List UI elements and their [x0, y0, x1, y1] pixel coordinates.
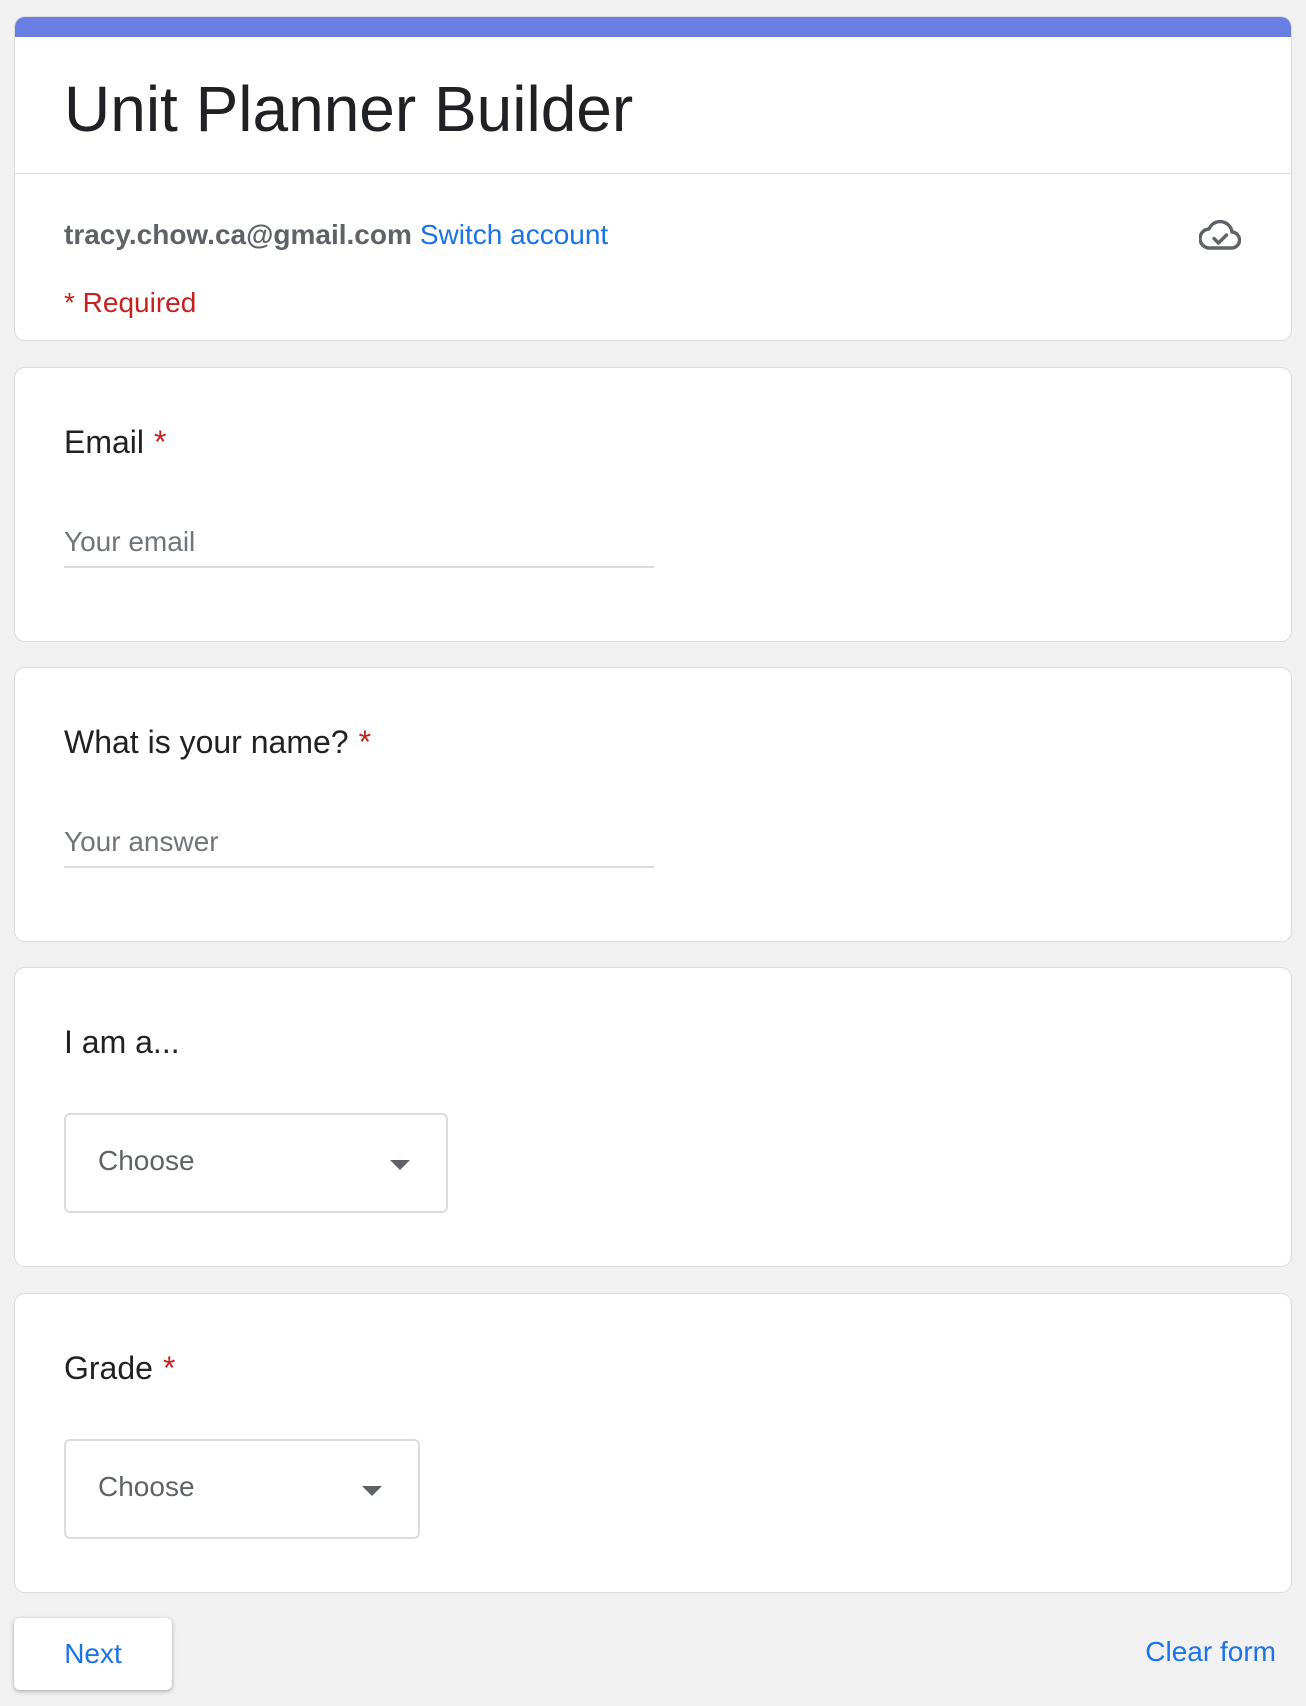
cloud-check-icon [1199, 219, 1241, 250]
form-header-card: Unit Planner Builder tracy.chow.ca@gmail… [14, 16, 1292, 341]
dropdown-value: Choose [98, 1145, 195, 1176]
header-divider [15, 173, 1291, 174]
question-title: Grade [64, 1350, 153, 1386]
grade-dropdown[interactable]: Choose [64, 1439, 420, 1539]
question-label-email: Email * [64, 424, 166, 461]
required-star: * [162, 1350, 176, 1386]
next-button[interactable]: Next [14, 1618, 172, 1690]
header-accent-bar [15, 17, 1291, 37]
account-line: tracy.chow.ca@gmail.com Switch account [64, 217, 608, 253]
question-card-email: Email * [14, 367, 1292, 642]
clear-form-button[interactable]: Clear form [1145, 1636, 1276, 1668]
dropdown-arrow-icon [362, 1486, 382, 1496]
question-card-role: I am a... Choose [14, 967, 1292, 1267]
question-label-name: What is your name? * [64, 724, 371, 761]
required-star: * [154, 424, 167, 460]
question-card-name: What is your name? * [14, 667, 1292, 942]
question-card-grade: Grade * Choose [14, 1293, 1292, 1593]
role-dropdown[interactable]: Choose [64, 1113, 448, 1213]
question-title: I am a... [64, 1024, 180, 1060]
required-star: * [358, 724, 372, 760]
switch-account-link[interactable]: Switch account [420, 219, 608, 250]
name-input[interactable] [64, 818, 654, 868]
form-title: Unit Planner Builder [64, 73, 634, 145]
question-title: What is your name? [64, 724, 349, 760]
account-email: tracy.chow.ca@gmail.com [64, 219, 412, 250]
email-input[interactable] [64, 518, 654, 568]
dropdown-value: Choose [98, 1471, 195, 1502]
question-label-grade: Grade * [64, 1350, 175, 1387]
question-title: Email [64, 424, 145, 460]
question-label-role: I am a... [64, 1024, 180, 1061]
dropdown-arrow-icon [390, 1160, 410, 1170]
required-note: * Required [64, 287, 197, 318]
